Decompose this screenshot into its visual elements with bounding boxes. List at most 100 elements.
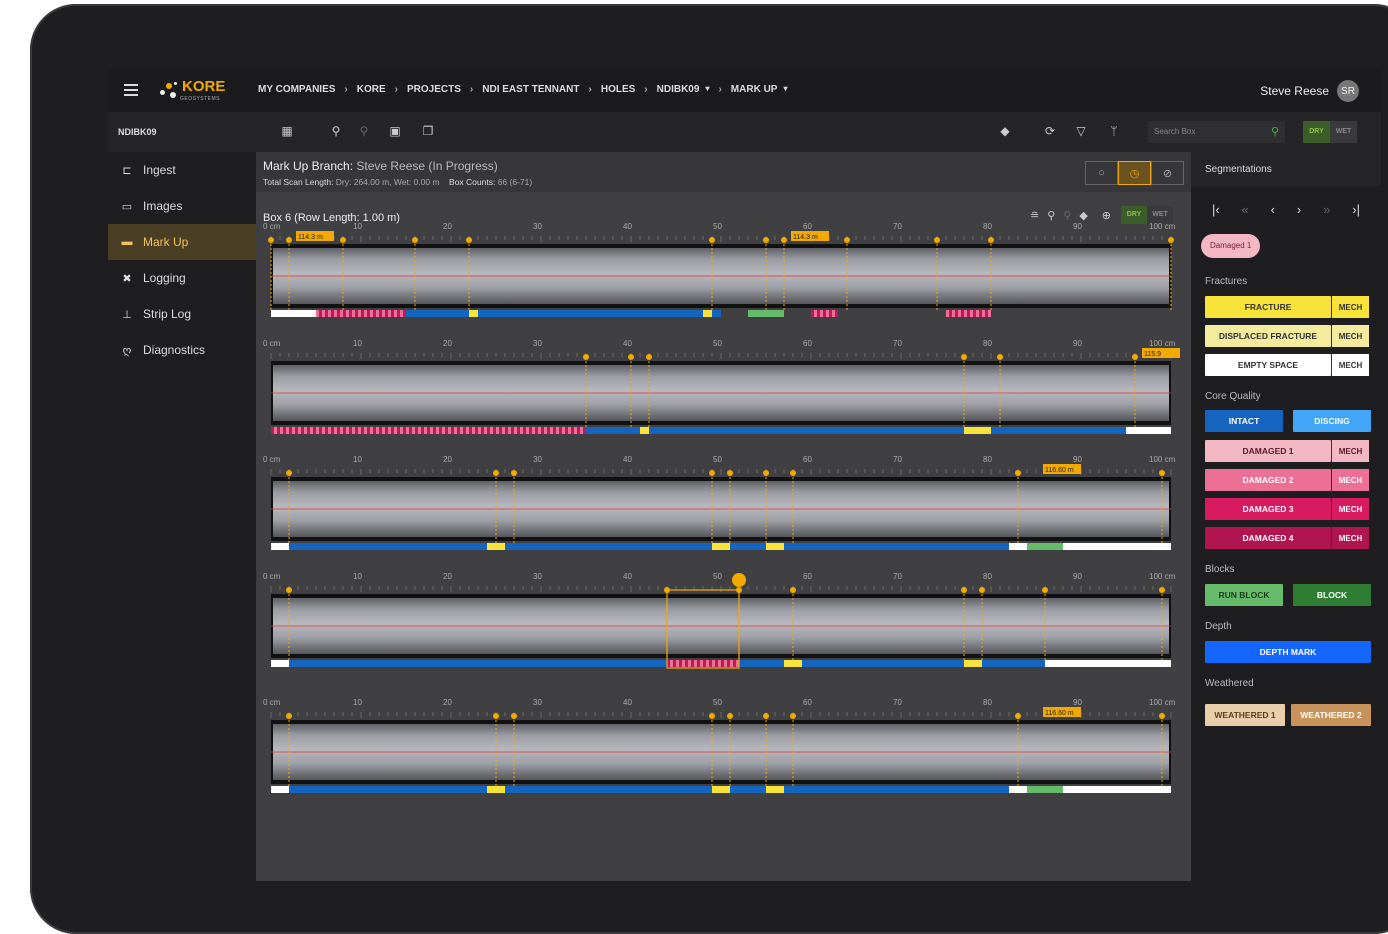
segment-bar[interactable] [703, 310, 712, 317]
refresh-icon[interactable]: ⟳ [1043, 124, 1057, 138]
crumb-my-companies[interactable]: MY COMPANIES [258, 84, 335, 95]
segment-bar[interactable] [271, 310, 316, 317]
segment-bar[interactable] [469, 310, 478, 317]
pin-icon[interactable]: ⚲ [329, 124, 343, 138]
crumb-holes[interactable]: HOLES [601, 84, 635, 95]
break-handle[interactable] [1015, 470, 1021, 476]
break-handle[interactable] [1015, 713, 1021, 719]
fracture-mech-button[interactable]: MECH [1331, 296, 1369, 318]
displaced-fracture-mech-button[interactable]: MECH [1331, 325, 1369, 347]
segment-bar[interactable] [766, 786, 784, 793]
break-handle[interactable] [979, 587, 985, 593]
damaged-1-mech-button[interactable]: MECH [1331, 440, 1369, 462]
block-button[interactable]: BLOCK [1293, 584, 1371, 606]
segment-bar[interactable] [1063, 543, 1171, 550]
break-handle[interactable] [628, 354, 634, 360]
dry-button[interactable]: DRY [1303, 121, 1330, 143]
break-handle[interactable] [286, 713, 292, 719]
crumb-hole[interactable]: NDIBK09 [657, 84, 700, 95]
prev-fast-icon[interactable]: « [1242, 202, 1249, 217]
break-handle[interactable] [961, 354, 967, 360]
break-handle[interactable] [493, 713, 499, 719]
prev-icon[interactable]: ‹ [1271, 202, 1275, 217]
segment-bar[interactable] [1063, 786, 1171, 793]
segment-bar[interactable] [1009, 786, 1027, 793]
sidebar-item-strip-log[interactable]: ⊥ Strip Log [108, 296, 256, 332]
fracture-button[interactable]: FRACTURE [1205, 296, 1331, 318]
break-handle[interactable] [412, 237, 418, 243]
segment-bar[interactable] [1126, 427, 1171, 434]
segment-bar[interactable] [712, 786, 730, 793]
damaged-3-button[interactable]: DAMAGED 3 [1205, 498, 1331, 520]
crumb-projects[interactable]: PROJECTS [407, 84, 461, 95]
segment-bar[interactable] [667, 660, 739, 667]
first-icon[interactable]: |‹ [1212, 202, 1220, 217]
active-segment-chip[interactable]: Damaged 1 [1201, 234, 1261, 258]
break-handle[interactable] [727, 470, 733, 476]
core-row[interactable]: 0 cm 10 20 30 40 50 60 70 80 90 100 cm [263, 698, 1176, 793]
break-handle[interactable] [268, 237, 274, 243]
break-handle[interactable] [1159, 470, 1165, 476]
damaged-2-button[interactable]: DAMAGED 2 [1205, 469, 1331, 491]
break-handle[interactable] [727, 713, 733, 719]
break-handle[interactable] [790, 713, 796, 719]
break-handle[interactable] [1168, 237, 1174, 243]
segment-bar[interactable] [1027, 786, 1063, 793]
break-handle[interactable] [790, 587, 796, 593]
empty-space-button[interactable]: EMPTY SPACE [1205, 354, 1331, 376]
run-block-button[interactable]: RUN BLOCK [1205, 584, 1283, 606]
break-handle[interactable] [466, 237, 472, 243]
segment-bar[interactable] [640, 427, 649, 434]
segment-bar[interactable] [964, 427, 991, 434]
break-handle[interactable] [493, 470, 499, 476]
segment-bar[interactable] [784, 660, 802, 667]
wet-button[interactable]: WET [1330, 121, 1357, 143]
break-handle[interactable] [844, 237, 850, 243]
pin-off-icon[interactable]: ⚲ [357, 124, 371, 138]
break-handle[interactable] [1132, 354, 1138, 360]
crumb-kore[interactable]: KORE [357, 84, 386, 95]
branch-icon[interactable]: ᛘ [1107, 124, 1121, 138]
segment-bar[interactable] [586, 427, 1126, 434]
filter-icon[interactable]: ▽ [1074, 124, 1088, 138]
last-icon[interactable]: ›| [1352, 202, 1360, 217]
segment-bar[interactable] [271, 427, 586, 434]
avatar[interactable]: SR [1337, 80, 1359, 102]
eraser-icon[interactable]: ◆ [998, 124, 1012, 138]
break-handle[interactable] [988, 237, 994, 243]
damaged-4-mech-button[interactable]: MECH [1331, 527, 1369, 549]
segment-bar[interactable] [1045, 660, 1171, 667]
layers-icon[interactable]: ❐ [421, 124, 435, 138]
empty-space-mech-button[interactable]: MECH [1331, 354, 1369, 376]
break-handle[interactable] [511, 470, 517, 476]
displaced-fracture-button[interactable]: DISPLACED FRACTURE [1205, 325, 1331, 347]
delete-handle-icon[interactable] [732, 573, 746, 587]
break-handle[interactable] [1042, 587, 1048, 593]
segment-bar[interactable] [1027, 543, 1063, 550]
break-handle[interactable] [997, 354, 1003, 360]
break-handle[interactable] [763, 713, 769, 719]
sidebar-item-diagnostics[interactable]: ღ Diagnostics [108, 332, 256, 368]
break-handle[interactable] [1159, 587, 1165, 593]
break-handle[interactable] [286, 237, 292, 243]
chevron-down-icon[interactable]: ▾ [783, 84, 787, 95]
segment-bar[interactable] [271, 660, 289, 667]
segment-bar[interactable] [748, 310, 784, 317]
damaged-4-button[interactable]: DAMAGED 4 [1205, 527, 1331, 549]
damaged-1-button[interactable]: DAMAGED 1 [1205, 440, 1331, 462]
segment-bar[interactable] [289, 786, 1009, 793]
segment-bar[interactable] [271, 543, 289, 550]
break-handle[interactable] [1159, 713, 1165, 719]
break-handle[interactable] [511, 713, 517, 719]
sidebar-item-images[interactable]: ▭ Images [108, 188, 256, 224]
crumb-project[interactable]: NDI EAST TENNANT [482, 84, 579, 95]
segment-bar[interactable] [289, 543, 1009, 550]
menu-icon[interactable] [124, 84, 138, 96]
user-menu[interactable]: Steve Reese SR [1260, 80, 1359, 102]
segment-bar[interactable] [946, 310, 991, 317]
sidebar-item-ingest[interactable]: ⊏ Ingest [108, 152, 256, 188]
sidebar-item-markup[interactable]: ▬ Mark Up [108, 224, 256, 260]
weathered-2-button[interactable]: WEATHERED 2 [1291, 704, 1371, 726]
break-handle[interactable] [961, 587, 967, 593]
break-handle[interactable] [709, 237, 715, 243]
